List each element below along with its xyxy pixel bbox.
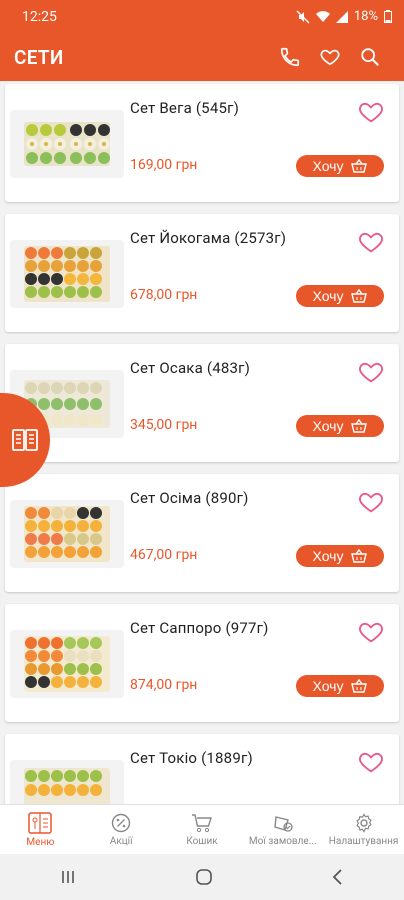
nav-item-promotions[interactable]: Акції — [81, 805, 162, 854]
product-price: 169,00 грн — [130, 157, 198, 173]
want-button[interactable]: Хочу — [296, 675, 384, 697]
product-card[interactable]: Сет Вега (545г) 169,00 грн Хочу — [5, 84, 399, 202]
product-card[interactable]: Сет Осіма (890г) 467,00 грн Хочу — [5, 474, 399, 592]
nav-item-orders[interactable]: Мої замовле... — [242, 805, 323, 854]
app-bar: СЕТИ — [0, 33, 404, 81]
heart-icon — [320, 49, 340, 66]
search-button[interactable] — [350, 37, 390, 77]
nav-label: Кошик — [186, 835, 218, 847]
phone-icon — [280, 47, 300, 67]
want-button-label: Хочу — [312, 288, 344, 304]
battery-level: 18% — [353, 9, 378, 24]
basket-icon — [351, 159, 368, 173]
wifi-icon — [315, 10, 330, 22]
product-price: 467,00 грн — [130, 547, 198, 563]
product-image — [10, 760, 124, 804]
nav-label: Налаштування — [328, 835, 399, 847]
product-card[interactable]: Сет Йокогама (2573г) 678,00 грн Хочу — [5, 214, 399, 332]
product-name: Сет Саппоро (977г) — [130, 619, 269, 637]
nav-label: Мої замовле... — [248, 835, 317, 847]
basket-icon — [351, 549, 368, 563]
product-image — [10, 110, 124, 178]
heart-icon[interactable] — [357, 618, 385, 646]
heart-icon[interactable] — [357, 228, 385, 256]
status-icons: 18% — [296, 9, 392, 24]
nav-label: Акції — [109, 835, 133, 847]
recent-apps-icon[interactable] — [58, 869, 78, 885]
want-button[interactable]: Хочу — [296, 285, 384, 307]
mute-icon — [296, 10, 310, 23]
want-button-label: Хочу — [312, 678, 344, 694]
product-card[interactable]: Сет Токіо (1889г) — [5, 734, 399, 804]
favorites-button[interactable] — [310, 37, 350, 77]
status-time: 12:25 — [22, 8, 57, 25]
heart-icon[interactable] — [357, 748, 385, 776]
want-button[interactable]: Хочу — [296, 545, 384, 567]
basket-icon — [351, 289, 368, 303]
menu-book-icon — [28, 811, 53, 834]
product-name: Сет Вега (545г) — [130, 99, 239, 117]
product-card[interactable]: Сет Саппоро (977г) 874,00 грн Хочу — [5, 604, 399, 722]
basket-icon — [351, 419, 368, 433]
product-price: 874,00 грн — [130, 677, 198, 693]
bottom-nav: Меню Акції Кошик Мої замовле... Налаштув… — [0, 804, 404, 854]
nav-item-menu[interactable]: Меню — [0, 805, 81, 854]
want-button-label: Хочу — [312, 158, 344, 174]
product-image — [10, 630, 124, 698]
status-bar: 12:25 18% — [0, 0, 404, 33]
product-name: Сет Йокогама (2573г) — [130, 229, 287, 247]
heart-icon[interactable] — [357, 488, 385, 516]
percent-icon — [111, 813, 131, 832]
system-nav-bar — [0, 854, 404, 900]
phone-button[interactable] — [270, 37, 310, 77]
nav-label: Меню — [26, 836, 55, 848]
basket-icon — [351, 679, 368, 693]
product-image — [10, 240, 124, 308]
product-price: 678,00 грн — [130, 287, 198, 303]
signal-icon — [335, 10, 348, 23]
heart-icon[interactable] — [357, 358, 385, 386]
want-button-label: Хочу — [312, 418, 344, 434]
product-name: Сет Токіо (1889г) — [130, 749, 253, 767]
product-name: Сет Осака (483г) — [130, 359, 251, 377]
want-button[interactable]: Хочу — [296, 155, 384, 177]
nav-item-settings[interactable]: Налаштування — [323, 805, 404, 854]
page-title: СЕТИ — [14, 45, 64, 69]
nav-item-cart[interactable]: Кошик — [162, 805, 243, 854]
heart-icon[interactable] — [357, 98, 385, 126]
menu-book-icon — [12, 429, 38, 451]
orders-icon — [274, 815, 293, 832]
battery-icon — [384, 10, 392, 23]
search-icon — [361, 48, 379, 66]
product-card[interactable]: Сет Осака (483г) 345,00 грн Хочу — [5, 344, 399, 462]
product-price: 345,00 грн — [130, 417, 198, 433]
back-icon[interactable] — [330, 868, 346, 886]
want-button[interactable]: Хочу — [296, 415, 384, 437]
home-icon[interactable] — [194, 867, 214, 887]
product-name: Сет Осіма (890г) — [130, 489, 249, 507]
product-list[interactable]: Сет Вега (545г) 169,00 грн Хочу Сет Йоко… — [0, 81, 404, 804]
cart-icon — [191, 813, 212, 832]
gear-icon — [355, 812, 372, 833]
want-button-label: Хочу — [312, 548, 344, 564]
product-image — [10, 500, 124, 568]
